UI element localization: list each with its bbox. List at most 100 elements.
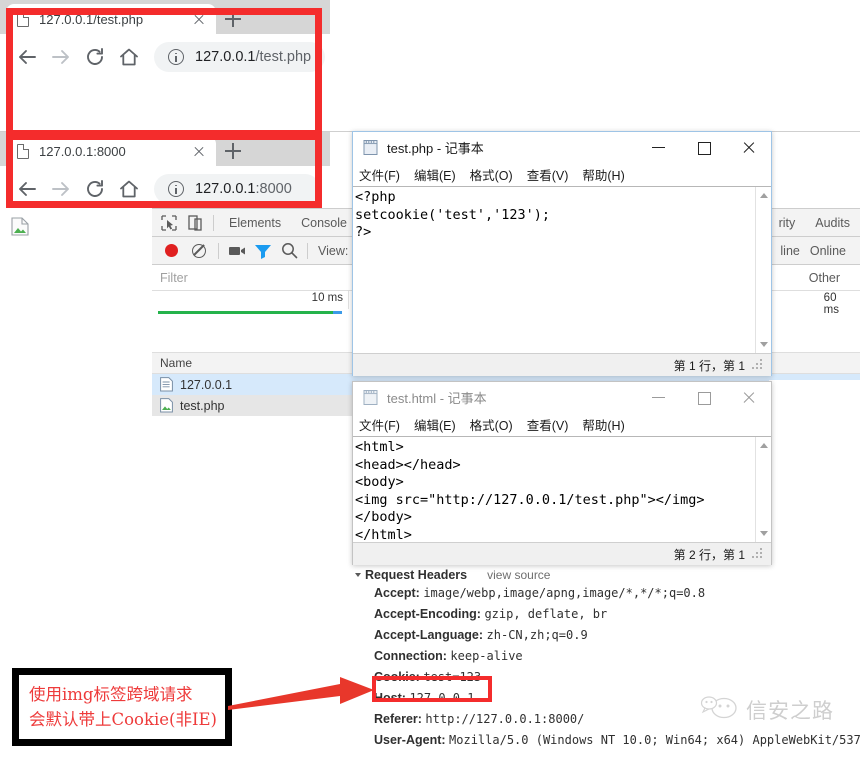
device-toolbar-icon[interactable] (182, 210, 208, 236)
info-circle-icon[interactable] (168, 49, 184, 65)
address-bar[interactable]: 127.0.0.1 /test.php (154, 42, 326, 72)
scroll-down-icon[interactable] (759, 342, 768, 347)
overview-timeline-band-tail (333, 311, 342, 314)
notepad-statusbar-2: 第 2 行，第 1 (353, 542, 771, 565)
info-circle-icon[interactable] (168, 181, 184, 197)
window-controls-2 (636, 382, 771, 412)
view-label: View: (318, 243, 349, 258)
reload-icon[interactable] (78, 172, 112, 206)
column-name[interactable]: Name (160, 356, 192, 370)
back-icon[interactable] (10, 172, 44, 206)
search-icon[interactable] (276, 238, 302, 264)
request-headers-title-row[interactable]: Request Headers view source (352, 568, 860, 582)
tab-elements[interactable]: Elements (219, 210, 291, 236)
header-row: User-Agent: Mozilla/5.0 (Windows NT 10.0… (352, 729, 860, 750)
url-host-2: 127.0.0.1 (195, 181, 256, 197)
scroll-up-icon[interactable] (759, 193, 768, 198)
section-title: Request Headers (365, 568, 468, 582)
page-icon (16, 143, 30, 159)
menu-view[interactable]: 查看(V) (527, 165, 569, 184)
throttle-label-partial: line (780, 243, 800, 258)
notepad-statusbar: 第 1 行，第 1 (353, 353, 771, 376)
notepad-text-area[interactable]: <?php setcookie('test','123'); ?> (353, 186, 771, 353)
menu-file[interactable]: 文件(F) (359, 165, 400, 184)
maximize-icon[interactable] (681, 132, 726, 162)
vertical-scrollbar[interactable] (755, 187, 771, 353)
menu-view[interactable]: 查看(V) (527, 415, 569, 434)
notepad-text-area-2[interactable]: <html> <head></head> <body> <img src="ht… (353, 436, 771, 542)
menu-edit[interactable]: 编辑(E) (414, 415, 456, 434)
notepad-window-html: test.html - 记事本 文件(F) 编辑(E) 格式(O) 查看(V) … (352, 381, 772, 565)
header-value: http://127.0.0.1:8000/ (425, 711, 585, 726)
annotation-line-1: 使用img标签跨域请求 (29, 685, 193, 704)
record-icon[interactable] (165, 244, 178, 257)
header-value: test=123 (423, 669, 482, 684)
filter-icon[interactable] (250, 238, 276, 264)
home-icon[interactable] (112, 40, 146, 74)
scroll-down-icon[interactable] (759, 531, 768, 536)
header-value: Mozilla/5.0 (Windows NT 10.0; Win64; x64… (449, 732, 860, 747)
broken-image-icon (11, 217, 29, 236)
chat-bubble-logo (700, 694, 738, 725)
camera-icon[interactable] (224, 238, 250, 264)
tab-title: 127.0.0.1/test.php (39, 11, 144, 27)
inspect-element-icon[interactable] (156, 210, 182, 236)
header-key: Referer: (374, 711, 422, 726)
request-name: 127.0.0.1 (180, 377, 233, 392)
chevron-down-icon[interactable] (355, 573, 361, 577)
notepad-titlebar-2[interactable]: test.html - 记事本 (353, 382, 771, 412)
tab-security[interactable]: rity (769, 210, 806, 236)
menu-file[interactable]: 文件(F) (359, 415, 400, 434)
header-key: Host: (374, 690, 406, 705)
tabstrip-2: 127.0.0.1:8000 (0, 132, 330, 166)
menu-help[interactable]: 帮助(H) (582, 165, 624, 184)
throttle-value[interactable]: Online (805, 244, 860, 258)
browser-tab[interactable]: 127.0.0.1/test.php (6, 4, 216, 34)
clear-icon[interactable] (192, 243, 206, 258)
scroll-up-icon[interactable] (759, 443, 768, 448)
close-icon[interactable] (190, 142, 208, 160)
filter-type-other[interactable]: Other (804, 271, 860, 285)
divider (218, 242, 219, 259)
new-tab-button[interactable] (216, 4, 250, 34)
reload-icon[interactable] (78, 40, 112, 74)
close-icon[interactable] (190, 10, 208, 28)
menu-edit[interactable]: 编辑(E) (414, 165, 456, 184)
minimize-icon[interactable] (636, 132, 681, 162)
divider (307, 242, 308, 259)
menu-format[interactable]: 格式(O) (470, 415, 513, 434)
maximize-icon[interactable] (681, 382, 726, 412)
annotation-box: 使用img标签跨域请求 会默认带上Cookie(非IE) (12, 668, 232, 746)
header-value: gzip, deflate, br (484, 606, 608, 621)
notepad-titlebar[interactable]: test.php - 记事本 (353, 132, 771, 162)
image-icon (160, 398, 173, 413)
header-row: Accept-Encoding: gzip, deflate, br (352, 603, 860, 624)
tab-console[interactable]: Console (291, 210, 357, 236)
menu-format[interactable]: 格式(O) (470, 165, 513, 184)
close-icon[interactable] (726, 132, 771, 162)
header-key: Cookie: (374, 669, 420, 684)
tab-audits[interactable]: Audits (805, 210, 860, 236)
new-tab-button-2[interactable] (216, 136, 250, 166)
home-icon[interactable] (112, 172, 146, 206)
menu-help[interactable]: 帮助(H) (582, 415, 624, 434)
forward-icon[interactable] (44, 40, 78, 74)
browser-tab-2[interactable]: 127.0.0.1:8000 (6, 136, 216, 166)
back-icon[interactable] (10, 40, 44, 74)
address-bar-2[interactable]: 127.0.0.1 :8000 (154, 174, 320, 204)
resize-grip[interactable] (751, 548, 763, 560)
file-content[interactable]: <?php setcookie('test','123'); ?> (353, 187, 771, 242)
file-content-2[interactable]: <html> <head></head> <body> <img src="ht… (353, 437, 771, 542)
vertical-scrollbar[interactable] (755, 437, 771, 542)
url-path: /test.php (255, 49, 312, 65)
minimize-icon[interactable] (636, 382, 681, 412)
page-viewport-top (0, 80, 330, 120)
cursor-position: 第 1 行，第 1 (673, 358, 745, 373)
forward-icon[interactable] (44, 172, 78, 206)
divider (213, 214, 214, 231)
view-source-link[interactable]: view source (487, 568, 550, 582)
notepad-menubar: 文件(F) 编辑(E) 格式(O) 查看(V) 帮助(H) (353, 162, 771, 186)
close-icon[interactable] (726, 382, 771, 412)
page-icon (16, 11, 30, 27)
resize-grip[interactable] (751, 359, 763, 371)
